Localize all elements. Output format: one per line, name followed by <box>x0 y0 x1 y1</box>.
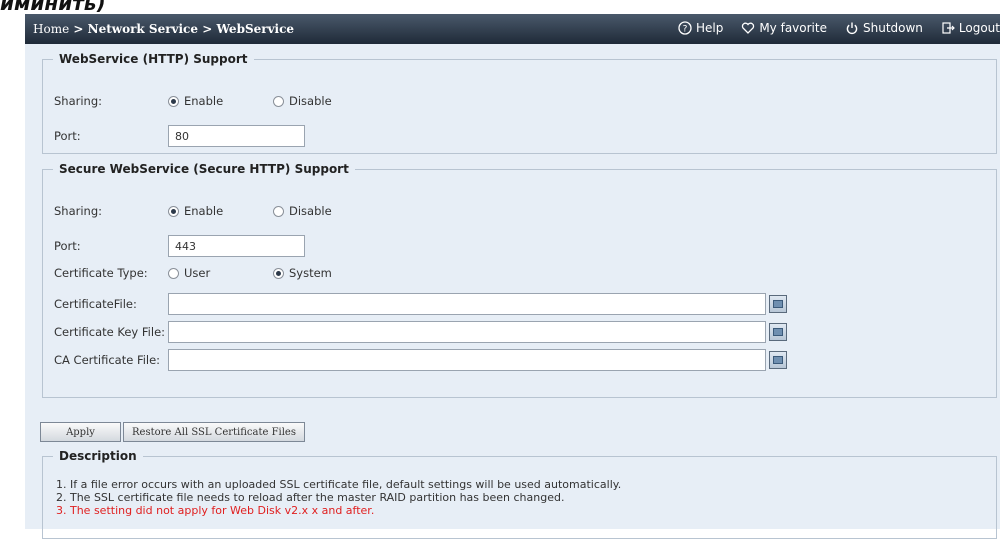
https-sharing-row: Sharing: Enable Disable <box>54 200 332 222</box>
breadcrumb-separator: > <box>73 22 84 36</box>
ca-cert-input[interactable] <box>168 349 766 371</box>
cert-file-input[interactable] <box>168 293 766 315</box>
shutdown-link[interactable]: Shutdown <box>845 21 923 35</box>
http-sharing-label: Sharing: <box>54 94 103 108</box>
favorite-label: My favorite <box>759 21 827 35</box>
cert-system-radio[interactable] <box>273 267 284 279</box>
ca-cert-row: CA Certificate File: <box>54 349 787 371</box>
breadcrumb-page: WebService <box>216 22 295 36</box>
cert-file-browse-icon[interactable] <box>769 295 787 313</box>
description-line: 2. The SSL certificate file needs to rel… <box>56 491 565 504</box>
http-disable-option[interactable]: Disable <box>273 94 332 108</box>
https-port-label: Port: <box>54 239 81 253</box>
https-enable-radio[interactable] <box>168 205 179 217</box>
description-line: 1. If a file error occurs with an upload… <box>56 478 622 491</box>
logout-icon <box>942 22 955 34</box>
http-port-label: Port: <box>54 129 81 143</box>
https-support-group: Secure WebService (Secure HTTP) Support … <box>42 162 997 398</box>
help-link[interactable]: ? Help <box>678 21 723 35</box>
help-icon: ? <box>678 21 692 35</box>
https-enable-label: Enable <box>184 204 224 218</box>
heart-icon <box>742 22 755 34</box>
https-port-row: Port: <box>54 235 305 257</box>
top-cropped-text: иминить) <box>0 0 106 12</box>
breadcrumb: Home > Network Service > WebService <box>33 22 294 36</box>
https-enable-option[interactable]: Enable <box>168 204 273 218</box>
cert-system-label: System <box>289 266 332 280</box>
ca-cert-browse-icon[interactable] <box>769 351 787 369</box>
cert-user-option[interactable]: User <box>168 266 273 280</box>
https-disable-option[interactable]: Disable <box>273 204 332 218</box>
breadcrumb-section[interactable]: Network Service <box>88 22 198 36</box>
description-warning-line: 3. The setting did not apply for Web Dis… <box>56 504 375 517</box>
http-support-group: WebService (HTTP) Support Sharing: Enabl… <box>42 52 997 154</box>
http-disable-radio[interactable] <box>273 95 284 107</box>
https-disable-radio[interactable] <box>273 205 284 217</box>
main-content: WebService (HTTP) Support Sharing: Enabl… <box>25 44 1000 539</box>
svg-text:?: ? <box>683 25 688 35</box>
help-label: Help <box>695 21 724 35</box>
https-port-input[interactable] <box>168 235 305 257</box>
apply-button[interactable]: Apply <box>40 422 121 442</box>
https-sharing-label: Sharing: <box>54 204 103 218</box>
cert-system-option[interactable]: System <box>273 266 332 280</box>
http-port-row: Port: <box>54 125 305 147</box>
description-group: Description 1. If a file error occurs wi… <box>42 449 997 539</box>
logout-link[interactable]: Logout <box>941 21 1000 35</box>
logout-label: Logout <box>958 21 1000 35</box>
cert-file-label: CertificateFile: <box>54 297 137 311</box>
cert-key-input[interactable] <box>168 321 766 343</box>
cert-file-row: CertificateFile: <box>54 293 787 315</box>
http-sharing-row: Sharing: Enable Disable <box>54 90 332 112</box>
breadcrumb-home[interactable]: Home <box>33 22 69 36</box>
description-title: Description <box>59 449 137 463</box>
http-support-title: WebService (HTTP) Support <box>59 52 248 66</box>
cert-key-label: Certificate Key File: <box>54 325 166 339</box>
top-links: ? Help My favorite Shutdown Logout <box>678 21 1000 35</box>
breadcrumb-bar: Home > Network Service > WebService ? He… <box>25 14 1000 44</box>
cert-key-browse-icon[interactable] <box>769 323 787 341</box>
http-enable-option[interactable]: Enable <box>168 94 273 108</box>
cert-type-row: Certificate Type: User System <box>54 262 332 284</box>
https-disable-label: Disable <box>289 204 332 218</box>
shutdown-label: Shutdown <box>862 21 923 35</box>
restore-ssl-button[interactable]: Restore All SSL Certificate Files <box>123 422 305 442</box>
favorite-link[interactable]: My favorite <box>741 21 827 35</box>
http-port-input[interactable] <box>168 125 305 147</box>
breadcrumb-separator: > <box>202 22 213 36</box>
power-icon <box>846 22 858 35</box>
https-support-title: Secure WebService (Secure HTTP) Support <box>59 162 349 176</box>
cert-type-label: Certificate Type: <box>54 266 148 280</box>
ca-cert-label: CA Certificate File: <box>54 353 161 367</box>
cert-user-radio[interactable] <box>168 267 179 279</box>
http-enable-label: Enable <box>184 94 224 108</box>
cert-user-label: User <box>184 266 211 280</box>
cert-key-row: Certificate Key File: <box>54 321 787 343</box>
http-disable-label: Disable <box>289 94 332 108</box>
http-enable-radio[interactable] <box>168 95 179 107</box>
